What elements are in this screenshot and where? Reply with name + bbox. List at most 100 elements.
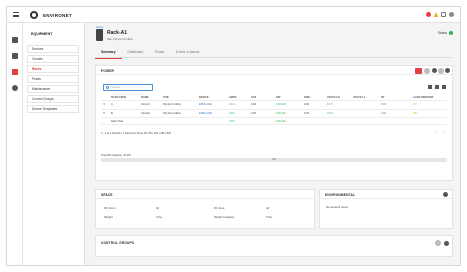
sidebar-item-circuits[interactable]: Circuits bbox=[27, 55, 79, 63]
pagination[interactable]: 1 - 2 of 2 Results | 1 selected | Show 2… bbox=[101, 132, 171, 135]
control-groups-title: CONTROL GROUPS bbox=[101, 241, 135, 245]
environmental-header: ENVIRONMENTAL bbox=[320, 190, 452, 199]
tab-divider bbox=[95, 57, 453, 58]
table-header-row: RACK FEED NAME SITE DEVICE AMPS KVA KW K… bbox=[101, 94, 447, 101]
cell-load: 0% bbox=[413, 103, 417, 106]
col-name[interactable]: NAME bbox=[141, 96, 149, 99]
col-kwh[interactable]: KWH bbox=[304, 96, 310, 99]
alarm-icon[interactable] bbox=[426, 12, 431, 17]
columns-icon[interactable] bbox=[442, 85, 446, 89]
weight-label: Weight bbox=[104, 215, 113, 219]
cell-load: 0% bbox=[413, 111, 417, 115]
app-frame: ENVIRONET EQUIPMENT Devices Circuits Rac… bbox=[6, 6, 461, 266]
capacity-bar: 0% bbox=[101, 158, 447, 162]
settings-icon[interactable] bbox=[12, 85, 18, 91]
environmental-empty: No sensors found bbox=[326, 205, 348, 209]
table-row[interactable]: ☐ A Circuit1 DQ-Fort Collins EPDU-01A 0.… bbox=[101, 101, 447, 110]
user-icon[interactable] bbox=[449, 12, 454, 17]
search-icon bbox=[105, 86, 109, 90]
table-total-row: Rack Total 0.0 A 0.00 kW bbox=[101, 118, 447, 125]
page-subtitle: Site: DQ-Fort Collins bbox=[107, 36, 133, 41]
cell-amps: 0.0 A bbox=[229, 103, 235, 106]
power-table: RACK FEED NAME SITE DEVICE AMPS KVA KW K… bbox=[101, 94, 447, 125]
dashboard-icon[interactable] bbox=[12, 37, 18, 43]
edit-icon[interactable] bbox=[443, 192, 448, 197]
sort-icon[interactable] bbox=[435, 85, 439, 89]
ru-free-value: 42 bbox=[266, 206, 270, 210]
cell-kva: 0.00 bbox=[251, 103, 257, 106]
sidebar-item-maintenance[interactable]: Maintenance bbox=[27, 85, 79, 93]
ru-from-value: 42 bbox=[156, 206, 160, 210]
space-panel: SPACE RU From 42 RU Free 42 Weight 0 lbs… bbox=[95, 189, 315, 229]
edit-icon[interactable] bbox=[432, 68, 437, 73]
cell-volts-ln: 0.0 V bbox=[327, 111, 334, 115]
sidebar-item-racks[interactable]: Racks bbox=[27, 65, 79, 73]
power-toggle-button[interactable] bbox=[424, 67, 430, 74]
equipment-menu: EQUIPMENT Devices Circuits Racks Points … bbox=[23, 23, 85, 265]
sidebar-item-points[interactable]: Points bbox=[27, 75, 79, 83]
col-load-percent[interactable]: LOAD PERCENT bbox=[413, 96, 433, 99]
next-page-icon[interactable]: › bbox=[443, 131, 444, 135]
icon-rail bbox=[7, 23, 23, 265]
equipment-icon[interactable] bbox=[12, 69, 18, 75]
power-alert-button[interactable] bbox=[415, 67, 422, 74]
cell-site: DQ-Fort Collins bbox=[163, 103, 181, 106]
prev-page-icon[interactable]: ‹ bbox=[435, 131, 436, 135]
search-input[interactable]: Search bbox=[103, 84, 153, 91]
top-bar: ENVIRONET bbox=[7, 7, 460, 23]
power-title: POWER bbox=[101, 69, 115, 73]
col-rack-feed[interactable]: RACK FEED bbox=[111, 96, 126, 99]
cell-kw: 0.00 kW bbox=[276, 103, 286, 106]
cell-volts-ln: 0.0 V bbox=[327, 103, 334, 106]
col-volts-ln[interactable]: VOLTS LN bbox=[327, 96, 340, 99]
col-kva[interactable]: KVA bbox=[251, 96, 256, 99]
warning-icon[interactable] bbox=[434, 12, 438, 17]
col-device[interactable]: DEVICE bbox=[199, 96, 209, 99]
cell-kw: 0.00 kW bbox=[276, 111, 286, 115]
sidebar-item-devices[interactable]: Devices bbox=[27, 45, 79, 53]
row-checkbox[interactable]: ☐ bbox=[103, 103, 105, 106]
menu-icon[interactable] bbox=[13, 12, 19, 17]
phone-icon[interactable] bbox=[441, 12, 446, 17]
total-kw: 0.00 kW bbox=[276, 120, 286, 123]
environmental-title: ENVIRONMENTAL bbox=[325, 193, 356, 197]
page-title: Rack-A1 bbox=[107, 30, 128, 36]
cell-site: DQ-Fort Collins bbox=[163, 111, 181, 115]
cell-name: Circuit1 bbox=[141, 103, 150, 106]
cell-feed: B bbox=[111, 111, 113, 115]
refresh-icon[interactable] bbox=[435, 240, 441, 246]
col-pf[interactable]: PF bbox=[381, 96, 384, 99]
reports-icon[interactable] bbox=[12, 53, 18, 59]
status-indicator: Status bbox=[438, 31, 453, 35]
sidebar-item-control-groups[interactable]: Control Groups bbox=[27, 95, 79, 103]
sidebar-item-device-templates[interactable]: Device Templates bbox=[27, 105, 79, 113]
col-site[interactable]: SITE bbox=[163, 96, 169, 99]
control-groups-header: CONTROL GROUPS bbox=[96, 236, 452, 246]
space-title: SPACE bbox=[101, 193, 113, 197]
table-row[interactable]: ☐ B Circuit2 DQ-Fort Collins EPDU-01B 0.… bbox=[101, 110, 447, 118]
col-amps[interactable]: AMPS bbox=[229, 96, 237, 99]
filter-icon[interactable] bbox=[428, 85, 432, 89]
top-icons bbox=[426, 12, 454, 17]
ru-from-label: RU From bbox=[104, 206, 116, 210]
power-panel: POWER Search RACK FEED NAME SITE DEVICE bbox=[95, 65, 453, 181]
cell-device-link[interactable]: EPDU-01B bbox=[199, 112, 212, 115]
col-volts-ll[interactable]: VOLTS LL bbox=[353, 96, 365, 99]
cell-feed: A bbox=[111, 103, 113, 106]
status-ok-icon bbox=[449, 31, 453, 35]
row-checkbox[interactable]: ☐ bbox=[103, 112, 105, 115]
refresh-icon[interactable] bbox=[438, 67, 444, 74]
weight-capacity-label: Weight Capacity bbox=[214, 215, 235, 219]
settings-icon[interactable] bbox=[445, 68, 450, 73]
status-label: Status bbox=[437, 31, 447, 35]
cell-device-link[interactable]: EPDU-01A bbox=[199, 103, 212, 106]
capacity-label: Total kW Capacity: 10 kW bbox=[101, 154, 131, 157]
power-header: POWER bbox=[96, 66, 452, 75]
col-kw[interactable]: KW bbox=[276, 96, 280, 99]
main-content: Racks Rack-A1 Site: DQ-Fort Collins Stat… bbox=[85, 23, 460, 265]
cell-pf: 0.00 bbox=[381, 103, 387, 106]
rack-icon bbox=[96, 29, 103, 41]
cell-kva: 0.00 bbox=[251, 111, 257, 115]
cell-name: Circuit2 bbox=[141, 111, 150, 115]
settings-icon[interactable] bbox=[444, 240, 449, 246]
